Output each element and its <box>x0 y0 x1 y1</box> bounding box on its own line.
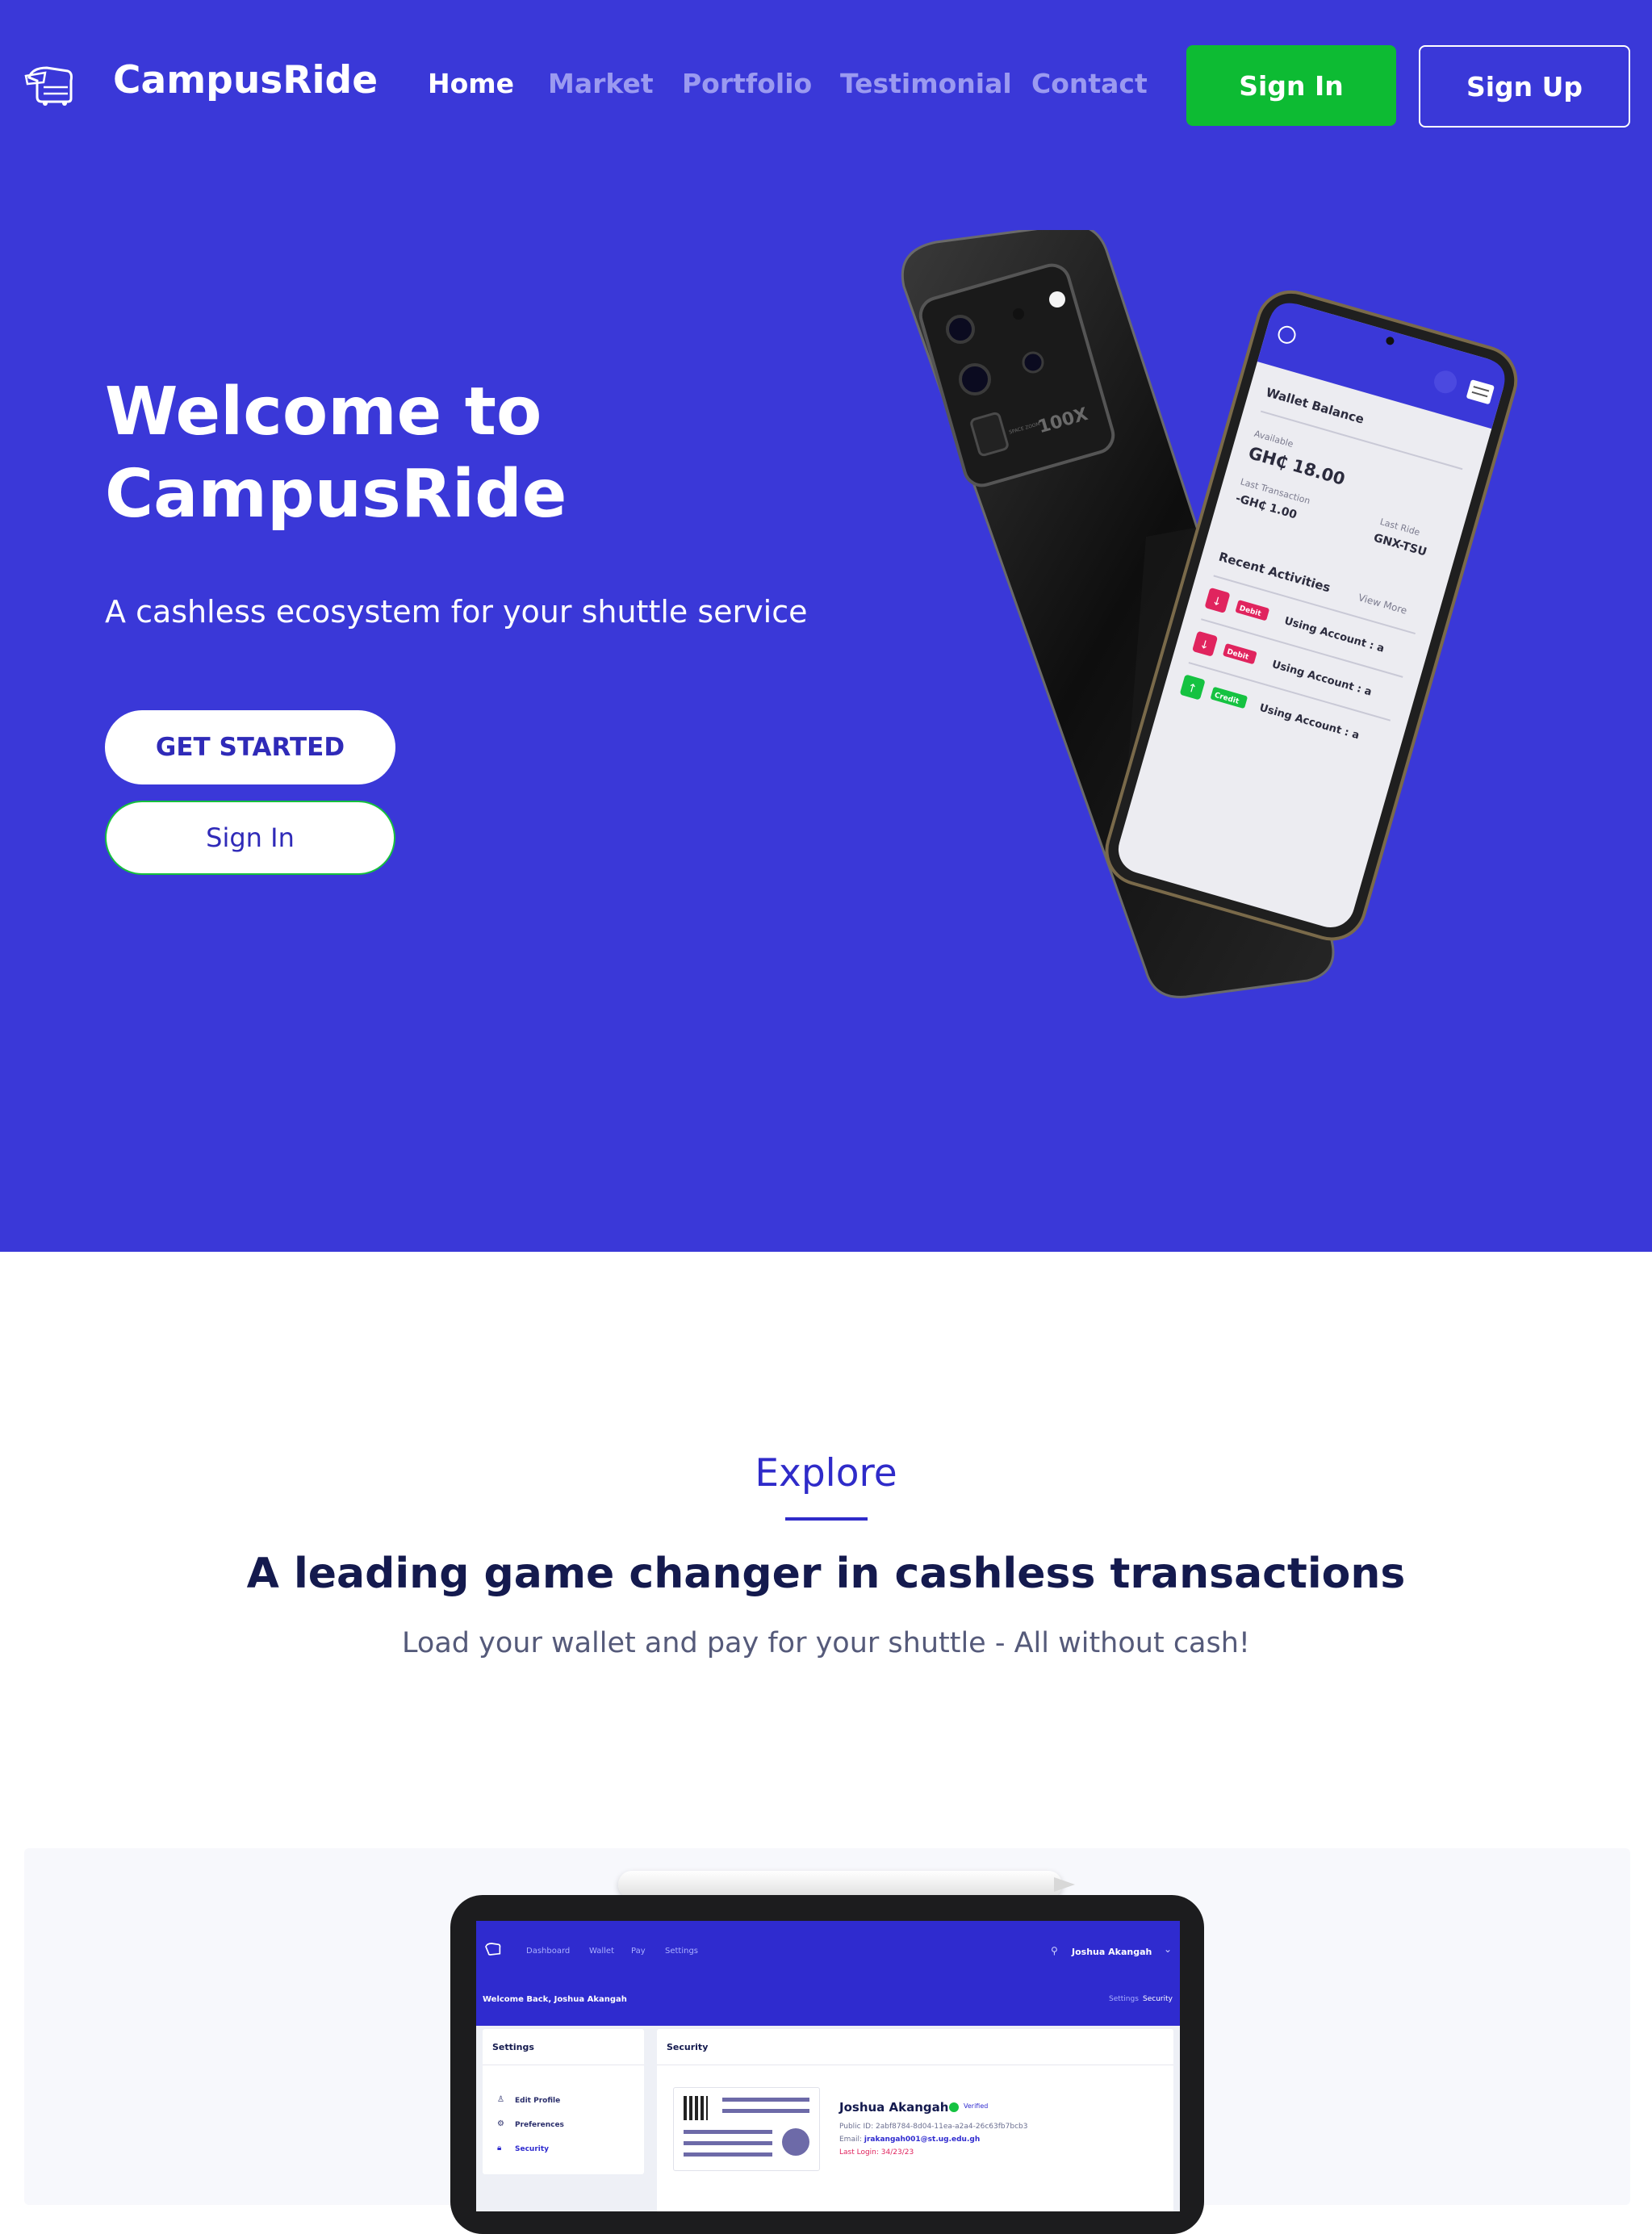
brand-name[interactable]: CampusRide <box>113 58 378 102</box>
hero-title-line1: Welcome to <box>105 374 542 450</box>
gear-icon: ⚙ <box>497 2119 504 2128</box>
last-login: Last Login: 34/23/23 <box>839 2148 914 2157</box>
user-icon: ⚲ <box>1051 1945 1058 1956</box>
tablet-nav-dashboard[interactable]: Dashboard <box>526 1947 570 1956</box>
avatar <box>782 2128 809 2156</box>
hero-section: CampusRide Home Market Portfolio Testimo… <box>0 0 1652 1252</box>
chevron-down-icon[interactable]: ⌄ <box>1164 1943 1172 1955</box>
qr-code-icon <box>684 2096 708 2120</box>
tablet-topbar <box>476 1921 1180 2026</box>
security-card-title: Security <box>667 2042 709 2052</box>
explore-heading: A leading game changer in cashless trans… <box>246 1550 1406 1598</box>
user-icon: ♙ <box>497 2095 504 2104</box>
settings-card: Settings ♙ Edit Profile ⚙ Preferences 🔒︎… <box>483 2029 644 2174</box>
hero-title: Welcome to CampusRide <box>105 371 831 536</box>
phone-mockup-illustration: 100X SPACE ZOOM Wallet Balance Available… <box>901 230 1518 998</box>
explore-subheading: Load your wallet and pay for your shuttl… <box>402 1627 1250 1659</box>
verified-check-icon <box>949 2102 959 2112</box>
stylus-pencil-illustration <box>618 1871 1062 1898</box>
nav-link-testimonial[interactable]: Testimonial <box>840 68 1012 99</box>
hero-title-line2: CampusRide <box>105 456 567 533</box>
nav-sign-in-button[interactable]: Sign In <box>1186 45 1396 126</box>
explore-label: Explore <box>755 1451 897 1496</box>
explore-underline <box>785 1517 868 1521</box>
email: Email: jrakangah001@st.ug.edu.gh <box>839 2136 981 2144</box>
shuttle-bus-icon[interactable] <box>24 63 82 107</box>
security-card: Security <box>657 2029 1173 2211</box>
get-started-button[interactable]: GET STARTED <box>105 710 395 784</box>
hero-sign-in-button[interactable]: Sign In <box>105 801 395 875</box>
breadcrumb-settings[interactable]: Settings <box>1109 1995 1139 2003</box>
tablet-screen: Dashboard Wallet Pay Settings ⚲ Joshua A… <box>476 1921 1180 2211</box>
tablet-welcome-text: Welcome Back, Joshua Akangah <box>483 1995 627 2004</box>
menu-security[interactable]: Security <box>515 2145 549 2153</box>
menu-preferences[interactable]: Preferences <box>515 2121 564 2129</box>
tablet-nav-wallet[interactable]: Wallet <box>589 1947 614 1956</box>
nav-link-home[interactable]: Home <box>428 68 514 99</box>
nav-link-contact[interactable]: Contact <box>1031 68 1148 99</box>
tablet-user-name[interactable]: Joshua Akangah <box>1072 1947 1161 1957</box>
stylus-tip <box>1054 1877 1075 1892</box>
nav-link-portfolio[interactable]: Portfolio <box>682 68 812 99</box>
nav-link-market[interactable]: Market <box>548 68 654 99</box>
camera-lens-icon <box>946 315 975 344</box>
menu-edit-profile[interactable]: Edit Profile <box>515 2097 560 2105</box>
settings-card-title: Settings <box>492 2042 534 2052</box>
tablet-nav-settings[interactable]: Settings <box>665 1947 698 1956</box>
breadcrumb-security: Security <box>1143 1995 1173 2003</box>
profile-name: Joshua Akangah <box>839 2100 949 2115</box>
id-card-thumbnail <box>673 2087 820 2171</box>
verified-badge: Verified <box>964 2102 989 2110</box>
shuttle-bus-icon <box>485 1943 501 1956</box>
tablet-nav-pay[interactable]: Pay <box>631 1947 646 1956</box>
lock-icon: 🔒︎ <box>497 2144 502 2152</box>
public-id: Public ID: 2abf8784-8d04-11ea-a2a4-26c63… <box>839 2123 1028 2131</box>
nav-sign-up-button[interactable]: Sign Up <box>1419 45 1630 128</box>
hero-subtitle: A cashless ecosystem for your shuttle se… <box>105 594 808 630</box>
